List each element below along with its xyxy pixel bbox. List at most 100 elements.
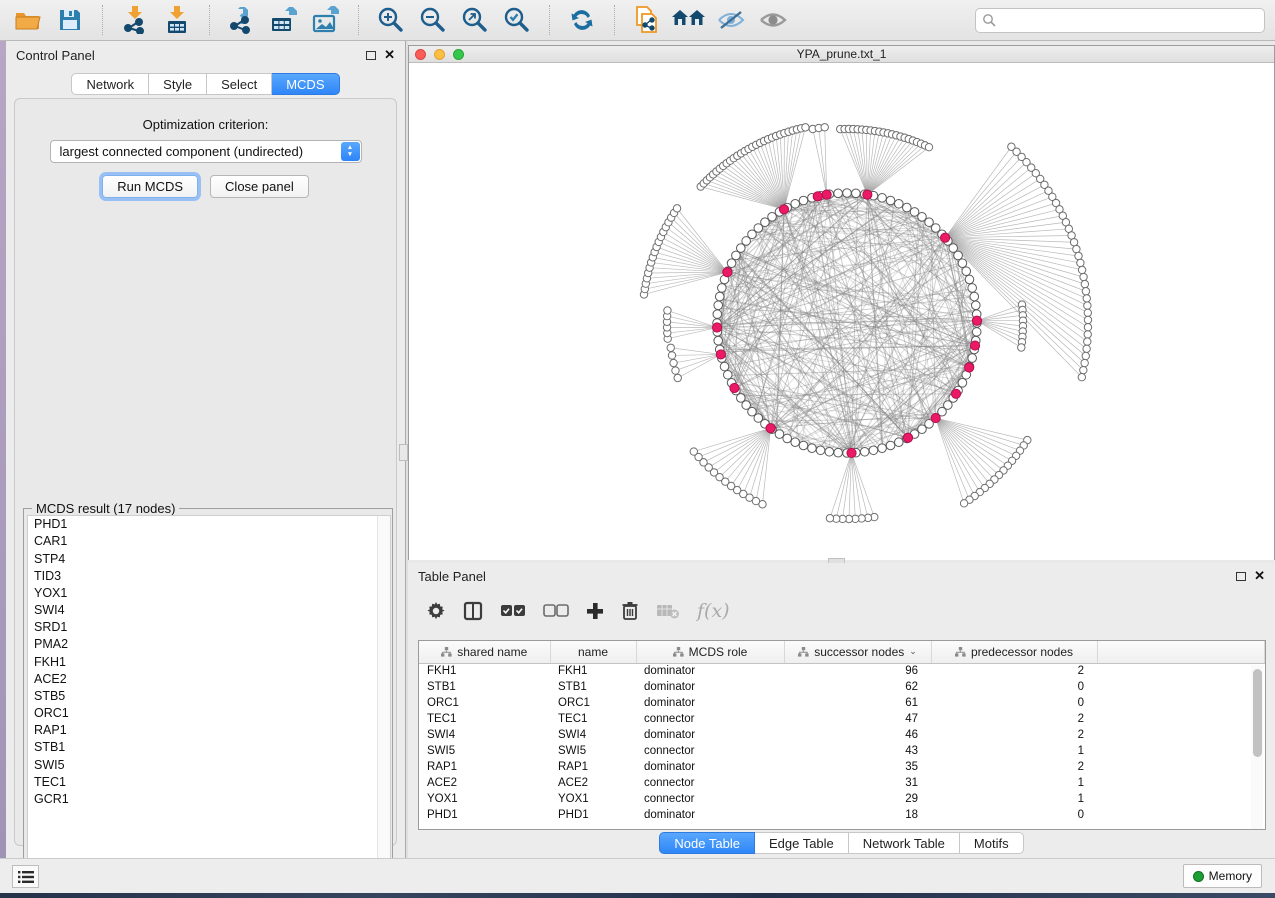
ring-node[interactable]: [958, 259, 967, 268]
tab-network-table[interactable]: Network Table: [849, 832, 960, 854]
ring-node[interactable]: [718, 284, 727, 293]
ring-node[interactable]: [958, 379, 967, 388]
close-panel-button[interactable]: Close panel: [210, 175, 309, 198]
mcds-dominator-node[interactable]: [766, 424, 775, 433]
ring-node[interactable]: [894, 199, 903, 208]
ring-node[interactable]: [878, 444, 887, 453]
leaf-node[interactable]: [672, 367, 679, 374]
leaf-node[interactable]: [1084, 302, 1091, 309]
leaf-node[interactable]: [1082, 288, 1089, 295]
column-header-name[interactable]: name: [550, 641, 636, 663]
delete-column-icon[interactable]: [621, 596, 639, 626]
leaf-node[interactable]: [1073, 245, 1080, 252]
tab-select[interactable]: Select: [207, 73, 272, 95]
mcds-result-item[interactable]: YOX1: [28, 585, 390, 602]
leaf-node[interactable]: [802, 124, 809, 131]
leaf-node[interactable]: [1084, 316, 1091, 323]
ring-node[interactable]: [783, 434, 792, 443]
table-row[interactable]: PHD1PHD1dominator180: [419, 807, 1265, 823]
leaf-node[interactable]: [1078, 266, 1085, 273]
ring-node[interactable]: [791, 438, 800, 447]
tab-mcds[interactable]: MCDS: [272, 73, 339, 95]
table-row[interactable]: SWI5SWI5connector431: [419, 743, 1265, 759]
search-box[interactable]: [975, 8, 1265, 33]
ring-node[interactable]: [714, 301, 723, 310]
leaf-node[interactable]: [1075, 252, 1082, 259]
ring-node[interactable]: [727, 259, 736, 268]
import-network-icon[interactable]: [117, 4, 153, 36]
mcds-dominator-node[interactable]: [972, 316, 981, 325]
search-input[interactable]: [996, 13, 1258, 27]
mcds-result-item[interactable]: CAR1: [28, 533, 390, 550]
column-header-shared-name[interactable]: shared name: [419, 641, 550, 663]
close-panel-icon[interactable]: ✕: [1254, 571, 1265, 581]
mcds-result-item[interactable]: SWI4: [28, 602, 390, 619]
mcds-result-item[interactable]: ACE2: [28, 671, 390, 688]
mcds-dominator-node[interactable]: [779, 205, 788, 214]
close-panel-icon[interactable]: ✕: [384, 50, 395, 60]
ring-node[interactable]: [843, 189, 852, 198]
zoom-in-icon[interactable]: [373, 4, 409, 36]
ring-node[interactable]: [834, 448, 843, 457]
mcds-result-item[interactable]: FKH1: [28, 653, 390, 670]
deselect-all-icon[interactable]: [543, 596, 569, 626]
mcds-result-item[interactable]: GCR1: [28, 791, 390, 808]
mcds-dominator-node[interactable]: [903, 433, 912, 442]
leaf-node[interactable]: [668, 352, 675, 359]
ring-node[interactable]: [968, 354, 977, 363]
optimization-criterion-select[interactable]: largest connected component (undirected)…: [50, 140, 362, 163]
ring-node[interactable]: [869, 446, 878, 455]
ring-node[interactable]: [903, 203, 912, 212]
ring-node[interactable]: [720, 362, 729, 371]
leaf-node[interactable]: [821, 124, 828, 131]
leaf-node[interactable]: [1082, 352, 1089, 359]
show-columns-icon[interactable]: [463, 596, 483, 626]
leaf-node[interactable]: [664, 307, 671, 314]
zoom-selected-icon[interactable]: [499, 4, 535, 36]
task-history-button[interactable]: [12, 865, 39, 888]
column-header-predecessor-nodes[interactable]: predecessor nodes: [931, 641, 1097, 663]
leaf-node[interactable]: [1018, 344, 1025, 351]
import-table-icon[interactable]: [159, 4, 195, 36]
mcds-dominator-node[interactable]: [847, 448, 856, 457]
table-row[interactable]: RAP1RAP1dominator352: [419, 759, 1265, 775]
show-all-icon[interactable]: [755, 4, 791, 36]
leaf-node[interactable]: [674, 374, 681, 381]
leaf-node[interactable]: [1078, 374, 1085, 381]
node-table[interactable]: shared namenameMCDS rolesuccessor nodes⌄…: [418, 640, 1266, 830]
table-row[interactable]: ORC1ORC1dominator610: [419, 695, 1265, 711]
mcds-dominator-node[interactable]: [965, 363, 974, 372]
zoom-fit-icon[interactable]: [457, 4, 493, 36]
run-mcds-button[interactable]: Run MCDS: [102, 175, 198, 198]
mcds-dominator-node[interactable]: [931, 413, 940, 422]
ring-node[interactable]: [808, 444, 817, 453]
ring-node[interactable]: [968, 284, 977, 293]
select-all-icon[interactable]: [500, 596, 526, 626]
mcds-dominator-node[interactable]: [712, 323, 721, 332]
leaf-node[interactable]: [1083, 295, 1090, 302]
ring-node[interactable]: [886, 196, 895, 205]
ring-node[interactable]: [713, 310, 722, 319]
column-header-mcds-role[interactable]: MCDS role: [636, 641, 784, 663]
column-header-successor-nodes[interactable]: successor nodes⌄: [784, 641, 931, 663]
ring-node[interactable]: [825, 447, 834, 456]
leaf-node[interactable]: [1081, 359, 1088, 366]
tab-style[interactable]: Style: [149, 73, 207, 95]
table-settings-icon[interactable]: [426, 596, 446, 626]
mcds-dominator-node[interactable]: [941, 233, 950, 242]
leaf-node[interactable]: [690, 448, 697, 455]
vertical-splitter-handle[interactable]: [399, 444, 408, 461]
ring-node[interactable]: [886, 441, 895, 450]
first-neighbors-icon[interactable]: [671, 4, 707, 36]
ring-node[interactable]: [715, 292, 724, 301]
table-row[interactable]: YOX1YOX1connector291: [419, 791, 1265, 807]
leaf-node[interactable]: [1080, 366, 1087, 373]
export-table-icon[interactable]: [266, 4, 302, 36]
ring-node[interactable]: [970, 292, 979, 301]
leaf-node[interactable]: [1084, 338, 1091, 345]
network-canvas[interactable]: [409, 63, 1274, 560]
ring-node[interactable]: [962, 267, 971, 276]
table-scrollbar[interactable]: [1251, 665, 1263, 829]
network-window-titlebar[interactable]: YPA_prune.txt_1: [409, 46, 1274, 63]
mcds-dominator-node[interactable]: [730, 383, 739, 392]
